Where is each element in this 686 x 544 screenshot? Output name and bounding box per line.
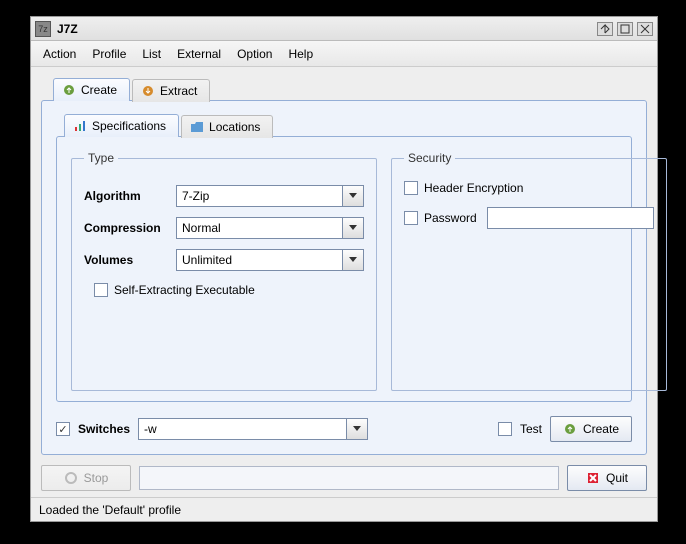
chevron-down-icon bbox=[353, 426, 361, 432]
specifications-tab-icon bbox=[73, 119, 87, 133]
quit-button[interactable]: Quit bbox=[567, 465, 647, 491]
app-window: 7z J7Z Action Profile List External Opti… bbox=[30, 16, 658, 522]
chevron-down-icon bbox=[349, 225, 357, 231]
tab-create-label: Create bbox=[81, 83, 117, 97]
password-checkbox[interactable] bbox=[404, 211, 418, 225]
minimize-icon[interactable] bbox=[597, 22, 613, 36]
switches-label: Switches bbox=[78, 422, 130, 436]
create-button-icon bbox=[563, 422, 577, 436]
menu-external[interactable]: External bbox=[171, 44, 227, 64]
self-extracting-checkbox[interactable] bbox=[94, 283, 108, 297]
chevron-down-icon bbox=[349, 257, 357, 263]
window-title: J7Z bbox=[57, 22, 593, 36]
security-fieldset: Security Header Encryption Password bbox=[391, 151, 667, 391]
stop-button[interactable]: Stop bbox=[41, 465, 131, 491]
outer-tabs: Create Extract bbox=[53, 77, 647, 100]
stop-icon bbox=[64, 471, 78, 485]
volumes-label: Volumes bbox=[84, 253, 176, 267]
menu-action[interactable]: Action bbox=[37, 44, 82, 64]
algorithm-combo[interactable] bbox=[176, 185, 364, 207]
extract-tab-icon bbox=[141, 84, 155, 98]
self-extracting-label: Self-Extracting Executable bbox=[114, 283, 255, 297]
algorithm-dropdown-btn[interactable] bbox=[342, 185, 364, 207]
compression-combo[interactable] bbox=[176, 217, 364, 239]
compression-dropdown-btn[interactable] bbox=[342, 217, 364, 239]
quit-button-label: Quit bbox=[606, 471, 628, 485]
switches-combo[interactable] bbox=[138, 418, 368, 440]
status-row: Stop Quit bbox=[41, 465, 647, 491]
menu-help[interactable]: Help bbox=[282, 44, 319, 64]
create-button-label: Create bbox=[583, 422, 619, 436]
tab-extract-label: Extract bbox=[160, 84, 197, 98]
progress-bar bbox=[139, 466, 559, 490]
status-text: Loaded the 'Default' profile bbox=[39, 503, 181, 517]
volumes-dropdown-btn[interactable] bbox=[342, 249, 364, 271]
client-area: Create Extract Specifications bbox=[31, 67, 657, 497]
tab-create[interactable]: Create bbox=[53, 78, 130, 101]
test-checkbox[interactable] bbox=[498, 422, 512, 436]
titlebar: 7z J7Z bbox=[31, 17, 657, 41]
compression-input[interactable] bbox=[176, 217, 342, 239]
menu-list[interactable]: List bbox=[136, 44, 167, 64]
tab-extract[interactable]: Extract bbox=[132, 79, 210, 102]
password-input[interactable] bbox=[487, 207, 654, 229]
volumes-combo[interactable] bbox=[176, 249, 364, 271]
maximize-icon[interactable] bbox=[617, 22, 633, 36]
test-label: Test bbox=[520, 422, 542, 436]
header-encryption-checkbox[interactable] bbox=[404, 181, 418, 195]
type-legend: Type bbox=[84, 151, 118, 165]
tab-locations[interactable]: Locations bbox=[181, 115, 273, 138]
switches-input[interactable] bbox=[138, 418, 346, 440]
create-tab-icon bbox=[62, 83, 76, 97]
volumes-input[interactable] bbox=[176, 249, 342, 271]
security-legend: Security bbox=[404, 151, 455, 165]
tab-specifications-label: Specifications bbox=[92, 119, 166, 133]
app-icon: 7z bbox=[35, 21, 51, 37]
menu-profile[interactable]: Profile bbox=[86, 44, 132, 64]
tab-specifications[interactable]: Specifications bbox=[64, 114, 179, 137]
close-icon[interactable] bbox=[637, 22, 653, 36]
password-label: Password bbox=[424, 211, 477, 225]
menubar: Action Profile List External Option Help bbox=[31, 41, 657, 67]
switches-row: ✓ Switches Test Create bbox=[56, 416, 632, 442]
stop-button-label: Stop bbox=[84, 471, 109, 485]
algorithm-label: Algorithm bbox=[84, 189, 176, 203]
compression-label: Compression bbox=[84, 221, 176, 235]
switches-checkbox[interactable]: ✓ bbox=[56, 422, 70, 436]
panel-inner: Type Algorithm Compression bbox=[56, 136, 632, 402]
algorithm-input[interactable] bbox=[176, 185, 342, 207]
chevron-down-icon bbox=[349, 193, 357, 199]
panel-outer: Specifications Locations Type Algorithm bbox=[41, 100, 647, 455]
inner-tabs: Specifications Locations bbox=[64, 113, 632, 136]
type-fieldset: Type Algorithm Compression bbox=[71, 151, 377, 391]
create-button[interactable]: Create bbox=[550, 416, 632, 442]
quit-icon bbox=[586, 471, 600, 485]
statusbar: Loaded the 'Default' profile bbox=[31, 497, 657, 521]
switches-dropdown-btn[interactable] bbox=[346, 418, 368, 440]
locations-tab-icon bbox=[190, 120, 204, 134]
menu-option[interactable]: Option bbox=[231, 44, 278, 64]
header-encryption-label: Header Encryption bbox=[424, 181, 523, 195]
tab-locations-label: Locations bbox=[209, 120, 260, 134]
